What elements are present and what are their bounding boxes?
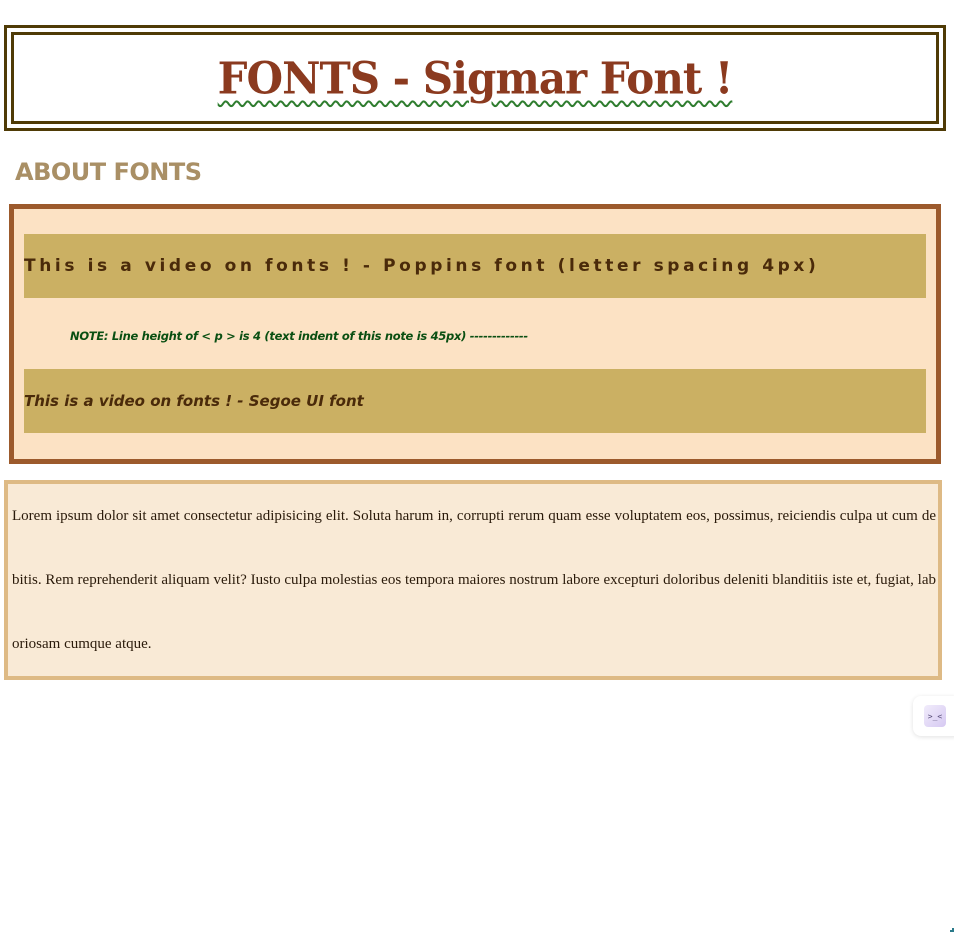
poppins-band: This is a video on fonts ! - Poppins fon… [24, 234, 926, 298]
segoe-font-text: This is a video on fonts ! - Segoe UI fo… [24, 392, 364, 410]
segoe-band: This is a video on fonts ! - Segoe UI fo… [24, 369, 926, 433]
title-inner-border: FONTS - Sigmar Font ! [11, 32, 939, 124]
section-heading-about-fonts: ABOUT FONTS [15, 158, 202, 186]
page-title: FONTS - Sigmar Font ! [217, 52, 734, 104]
video-fonts-box: This is a video on fonts ! - Poppins fon… [9, 204, 941, 464]
poppins-font-text: This is a video on fonts ! - Poppins fon… [24, 256, 820, 276]
lorem-paragraph: Lorem ipsum dolor sit amet consectetur a… [12, 508, 936, 652]
floating-extension-button[interactable]: >_< [913, 696, 954, 736]
resize-corner-mark [950, 928, 954, 932]
note-text: NOTE: Line height of < p > is 4 (text in… [70, 329, 528, 343]
extension-icon: >_< [924, 705, 946, 727]
title-box: FONTS - Sigmar Font ! [4, 25, 946, 131]
lorem-paragraph-box: Lorem ipsum dolor sit amet consectetur a… [4, 480, 942, 680]
